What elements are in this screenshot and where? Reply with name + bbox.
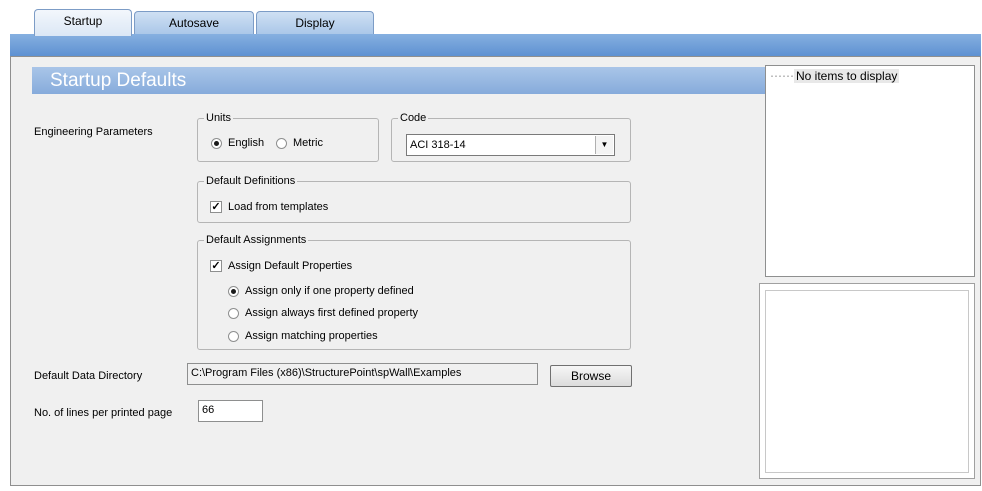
radio-unselected-icon	[228, 330, 239, 342]
assign-always-first-label: Assign always first defined property	[245, 307, 419, 319]
units-metric-radio[interactable]: Metric	[276, 137, 323, 149]
radio-selected-icon	[228, 285, 239, 297]
tab-strip-bar	[10, 34, 981, 56]
no-items-text: No items to display	[794, 69, 900, 83]
radio-unselected-icon	[228, 307, 239, 319]
engineering-parameters-label: Engineering Parameters	[34, 126, 153, 138]
section-title: Startup Defaults	[32, 67, 767, 94]
assign-matching-label: Assign matching properties	[245, 330, 378, 342]
property-details-inner	[765, 290, 969, 473]
tab-startup[interactable]: Startup	[34, 9, 132, 36]
checkmark-icon: ✓	[210, 201, 222, 213]
browse-button[interactable]: Browse	[550, 365, 632, 387]
tree-connector-icon: ⋯⋯	[770, 69, 794, 83]
chevron-down-icon[interactable]: ▼	[595, 136, 613, 154]
lines-per-page-label: No. of lines per printed page	[34, 407, 173, 419]
tab-autosave[interactable]: Autosave	[134, 11, 254, 35]
list-empty-message: ⋯⋯ No items to display	[770, 69, 900, 83]
startup-panel: Startup Defaults Engineering Parameters …	[10, 56, 981, 486]
checkmark-icon: ✓	[210, 260, 222, 272]
property-details-box	[759, 283, 975, 479]
assign-only-if-one-radio[interactable]: Assign only if one property defined	[228, 285, 414, 297]
code-select[interactable]: ACI 318-14 ▼	[406, 134, 615, 156]
lines-per-page-input[interactable]: 66	[198, 400, 263, 422]
default-definitions-legend: Default Definitions	[206, 175, 296, 187]
code-legend: Code	[400, 112, 427, 124]
assign-only-if-one-label: Assign only if one property defined	[245, 285, 414, 297]
assign-matching-radio[interactable]: Assign matching properties	[228, 330, 378, 342]
default-data-directory-field[interactable]: C:\Program Files (x86)\StructurePoint\sp…	[187, 363, 538, 385]
load-from-templates-label: Load from templates	[228, 201, 329, 213]
property-list-box[interactable]: ⋯⋯ No items to display	[765, 65, 975, 277]
assign-default-properties-checkbox[interactable]: ✓ Assign Default Properties	[210, 260, 352, 272]
tab-display[interactable]: Display	[256, 11, 374, 35]
radio-selected-icon	[211, 137, 222, 149]
default-data-directory-label: Default Data Directory	[34, 370, 143, 382]
code-select-value: ACI 318-14	[410, 139, 466, 151]
radio-unselected-icon	[276, 137, 287, 149]
units-english-radio[interactable]: English	[211, 137, 264, 149]
default-definitions-group: Default Definitions	[197, 175, 631, 223]
assign-always-first-radio[interactable]: Assign always first defined property	[228, 307, 418, 319]
assign-default-properties-label: Assign Default Properties	[228, 260, 353, 272]
load-from-templates-checkbox[interactable]: ✓ Load from templates	[210, 201, 328, 213]
units-english-label: English	[228, 137, 265, 149]
units-legend: Units	[206, 112, 232, 124]
default-assignments-legend: Default Assignments	[206, 234, 307, 246]
units-metric-label: Metric	[293, 137, 323, 149]
